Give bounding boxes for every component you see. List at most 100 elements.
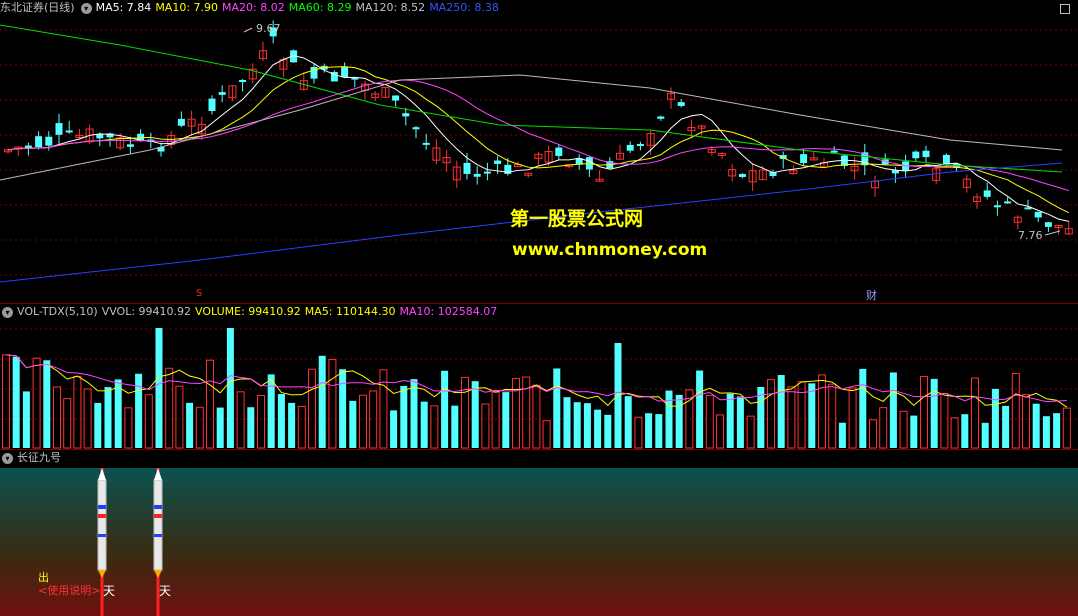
- rocket-1-body: [97, 479, 107, 571]
- volume-bar: [297, 405, 306, 449]
- volume-bar: [420, 401, 428, 448]
- volume-bar: [186, 402, 194, 448]
- volume-bar: [277, 394, 285, 448]
- low-price-label: 7.76: [1018, 229, 1043, 242]
- candle-body: [626, 144, 634, 151]
- rocket-2-body: [153, 479, 163, 571]
- chevron-down-icon[interactable]: ▾: [80, 2, 92, 14]
- volume-bar: [594, 409, 602, 448]
- high-price-label: 9.67: [256, 22, 281, 35]
- candle-body: [402, 113, 410, 117]
- volume-bar: [144, 394, 153, 449]
- rocket-2-flame: [154, 570, 162, 578]
- candle-body: [636, 143, 644, 146]
- volume-bar: [532, 384, 541, 449]
- volume-bar: [1011, 372, 1020, 449]
- volume-bar: [43, 360, 51, 448]
- volume-bar: [940, 393, 949, 449]
- volume-bar: [746, 415, 755, 449]
- volume-bar: [257, 395, 265, 449]
- volume-bar: [124, 407, 133, 449]
- rocket-2-band: [154, 534, 162, 537]
- volume-bar: [400, 385, 408, 448]
- volume-bar: [624, 396, 632, 448]
- usage-instructions-link[interactable]: <使用说明>: [38, 582, 100, 598]
- volume-bar: [583, 403, 591, 448]
- candle-body: [993, 205, 1001, 208]
- price-panel[interactable]: 东北证券(日线) ▾ MA5: 7.84 MA10: 7.90 MA20: 8.02 MA…: [0, 0, 1078, 303]
- watermark-title: 第一股票公式网: [510, 208, 644, 230]
- volume-bar: [328, 358, 337, 449]
- volume-bar: [288, 402, 296, 448]
- volume-bar: [165, 367, 174, 449]
- volume-bar: [236, 391, 245, 449]
- volume-bar: [1062, 407, 1071, 449]
- chevron-down-icon[interactable]: ▾: [2, 452, 13, 464]
- volume-bar: [838, 422, 846, 448]
- ma10-line: [7, 66, 1070, 214]
- candle-body: [24, 145, 32, 148]
- volume-bar: [155, 328, 163, 448]
- rocket-1-band: [98, 534, 106, 537]
- ma5-line: [7, 55, 1069, 222]
- volume-bar: [645, 413, 653, 448]
- volume-bar: [2, 354, 10, 449]
- vol-ma5-value: MA5: 110144.30: [304, 305, 396, 318]
- volume-panel[interactable]: ▾ VOL-TDX(5,10) VVOL: 99410.92 VOLUME: 9941…: [0, 304, 1078, 449]
- volume-bar: [114, 379, 122, 448]
- candle-body: [239, 80, 247, 83]
- rocket-1-band: [98, 514, 106, 518]
- volume-bar: [930, 378, 938, 448]
- volume-bar: [1022, 394, 1030, 449]
- maximize-icon[interactable]: [1060, 4, 1070, 14]
- signal-tian-label: 天: [103, 584, 116, 598]
- volume-bar: [32, 357, 41, 449]
- vol-ma10-value: MA10: 102584.07: [399, 305, 498, 318]
- volume-bar: [726, 393, 734, 448]
- chevron-down-icon[interactable]: ▾: [2, 306, 13, 318]
- rocket-1-flame: [98, 570, 106, 578]
- volume-bar: [675, 394, 683, 448]
- volume-bar: [491, 391, 500, 449]
- vol-ma10-line: [5, 354, 1067, 403]
- volume-bar: [12, 356, 20, 448]
- volume-bar: [716, 414, 724, 449]
- ma-legend-item: MA5: 7.84: [95, 1, 152, 14]
- volume-bar: [828, 383, 837, 449]
- volume-bar: [349, 400, 357, 448]
- candle-body: [55, 123, 63, 135]
- volume-bar: [797, 381, 806, 449]
- volume-bar: [859, 368, 867, 448]
- volume-bar: [614, 343, 622, 448]
- volume-bar: [94, 402, 102, 448]
- volume-bar: [451, 405, 459, 448]
- indicator-name: 长征九号: [17, 451, 61, 464]
- volume-bar: [195, 406, 204, 449]
- volume-bar: [53, 386, 61, 449]
- indicator-panel[interactable]: ▾ 长征九号 出 <使用说明> 天 天: [0, 450, 1078, 616]
- volume-bar: [899, 410, 908, 449]
- candle-body: [494, 160, 502, 164]
- volume-bar: [73, 375, 82, 449]
- candle-body: [218, 92, 226, 95]
- signal-s-marker: S: [196, 288, 203, 299]
- volume-bar: [961, 414, 969, 448]
- candle-body: [310, 66, 318, 79]
- volume-bar: [1032, 403, 1040, 448]
- volume-chart[interactable]: [0, 304, 1078, 449]
- volume-value: VOLUME: 99410.92: [195, 305, 301, 318]
- signal-tian-label: 天: [159, 584, 172, 598]
- candle-body: [208, 98, 216, 111]
- rocket-2-nose: [154, 468, 162, 480]
- volume-bar: [808, 383, 816, 448]
- candle-body: [422, 142, 430, 145]
- volume-bar: [206, 359, 214, 449]
- rocket-1-band: [98, 505, 106, 509]
- volume-bar: [390, 410, 398, 448]
- volume-bar: [563, 397, 571, 448]
- volume-bar: [604, 414, 612, 448]
- volume-bar: [991, 388, 999, 448]
- volume-bar: [981, 422, 989, 448]
- volume-bar: [481, 403, 490, 449]
- volume-bar: [104, 387, 112, 448]
